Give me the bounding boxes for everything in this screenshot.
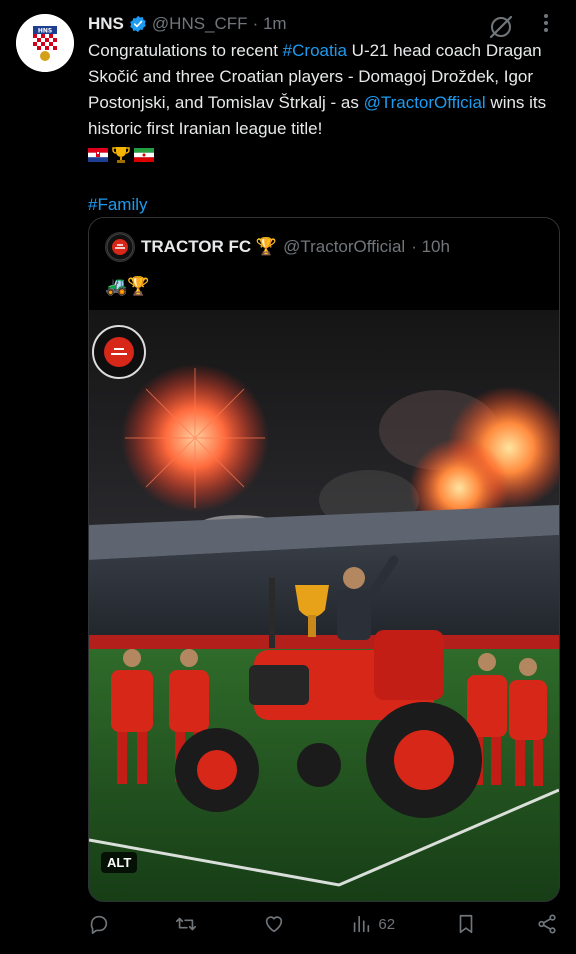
hashtag-croatia[interactable]: #Croatia xyxy=(283,41,347,60)
quoted-tweet-text: 🚜🏆 xyxy=(105,275,150,296)
bookmark-button[interactable] xyxy=(455,913,477,935)
hashtag-family[interactable]: #Family xyxy=(88,195,148,214)
author-handle[interactable]: @HNS_CFF xyxy=(152,14,248,34)
verified-badge-icon xyxy=(130,15,146,33)
tweet-time[interactable]: · 1m xyxy=(253,14,287,34)
reply-button[interactable] xyxy=(88,913,116,935)
trophy-icon xyxy=(112,147,130,163)
croatia-flag-icon xyxy=(88,148,108,162)
hns-avatar[interactable]: HNS xyxy=(16,14,74,72)
svg-text:HNS: HNS xyxy=(38,28,52,35)
quoted-author-handle[interactable]: @TractorOfficial xyxy=(283,237,405,257)
tweet-emoji-row xyxy=(88,142,564,168)
views-button[interactable]: 62 xyxy=(350,913,395,935)
tweet-actions-bar: 62 xyxy=(88,906,558,942)
views-count: 62 xyxy=(378,915,396,933)
reply-icon xyxy=(90,915,108,934)
grok-icon[interactable] xyxy=(488,14,514,40)
share-icon xyxy=(538,914,556,934)
quoted-tweet[interactable]: TRACTOR FC 🏆 @TractorOfficial · 10h 🚜🏆 A… xyxy=(88,217,560,902)
views-bar-chart-icon xyxy=(354,915,370,933)
heart-icon xyxy=(265,916,283,933)
quoted-tweet-header: TRACTOR FC 🏆 @TractorOfficial · 10h xyxy=(105,232,450,262)
tweet-header: HNS @HNS_CFF · 1m xyxy=(88,12,287,36)
retweet-button[interactable] xyxy=(175,913,203,935)
like-button[interactable] xyxy=(263,913,291,935)
stadium-celebration-image xyxy=(89,310,559,901)
tweet-text-part: Congratulations to recent xyxy=(88,41,283,60)
more-options-icon[interactable] xyxy=(536,12,556,38)
mention-tractorofficial[interactable]: @TractorOfficial xyxy=(364,93,486,112)
share-button[interactable] xyxy=(536,913,558,935)
iran-flag-icon xyxy=(134,148,154,162)
tweet-text: Congratulations to recent #Croatia U-21 … xyxy=(88,38,564,218)
author-name[interactable]: HNS xyxy=(88,14,124,34)
bookmark-icon xyxy=(459,914,472,934)
alt-text-badge[interactable]: ALT xyxy=(101,852,138,873)
tractor-fc-avatar[interactable] xyxy=(105,232,135,262)
quoted-author-name[interactable]: TRACTOR FC 🏆 xyxy=(141,237,277,257)
quoted-media-image[interactable]: ALT xyxy=(89,310,559,901)
retweet-icon xyxy=(176,917,197,931)
croatia-crest-icon: HNS xyxy=(16,14,74,72)
quoted-tweet-time[interactable]: · 10h xyxy=(411,237,450,257)
